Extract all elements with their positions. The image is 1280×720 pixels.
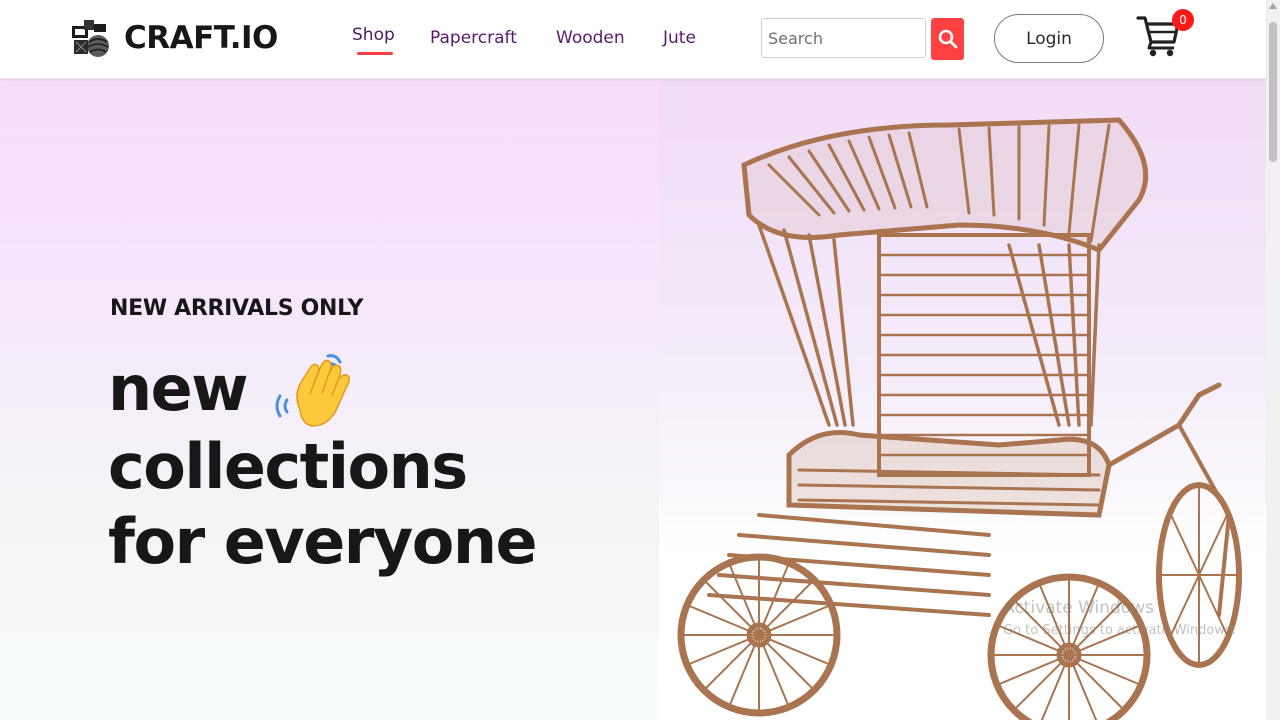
- cart-count-badge: 0: [1172, 9, 1194, 31]
- craft-logo-icon: [72, 20, 109, 57]
- hero-headline-line-1: new: [108, 352, 248, 425]
- nav-link-wooden[interactable]: Wooden: [556, 28, 625, 48]
- search-icon: [938, 29, 957, 49]
- nav-link-jute[interactable]: Jute: [663, 28, 696, 48]
- search-button[interactable]: [931, 18, 964, 60]
- activate-windows-watermark-title: Activate Windows: [1003, 598, 1154, 618]
- search-input[interactable]: [761, 18, 926, 58]
- site-header: CRAFT.IO Shop Papercraft Wooden Jute Log…: [0, 0, 1266, 79]
- hero-kicker: NEW ARRIVALS ONLY: [110, 296, 364, 321]
- nav-link-papercraft[interactable]: Papercraft: [430, 28, 517, 48]
- activate-windows-watermark-subtitle: Go to Settings to activate Windows.: [1003, 623, 1236, 638]
- nav-link-shop[interactable]: Shop: [352, 25, 395, 45]
- brand-name: CRAFT.IO: [124, 20, 278, 56]
- nav-active-indicator: [357, 52, 393, 55]
- login-button[interactable]: Login: [994, 14, 1104, 63]
- scrollbar-thumb[interactable]: [1269, 22, 1277, 162]
- waving-hand-icon: [275, 354, 350, 427]
- hero-headline-line-3: for everyone: [108, 505, 538, 578]
- hero-headline-line-2: collections: [108, 430, 468, 503]
- page-scrollbar[interactable]: [1266, 0, 1280, 720]
- scroll-up-arrow[interactable]: [1269, 3, 1277, 9]
- brand-logo[interactable]: CRAFT.IO: [70, 16, 278, 60]
